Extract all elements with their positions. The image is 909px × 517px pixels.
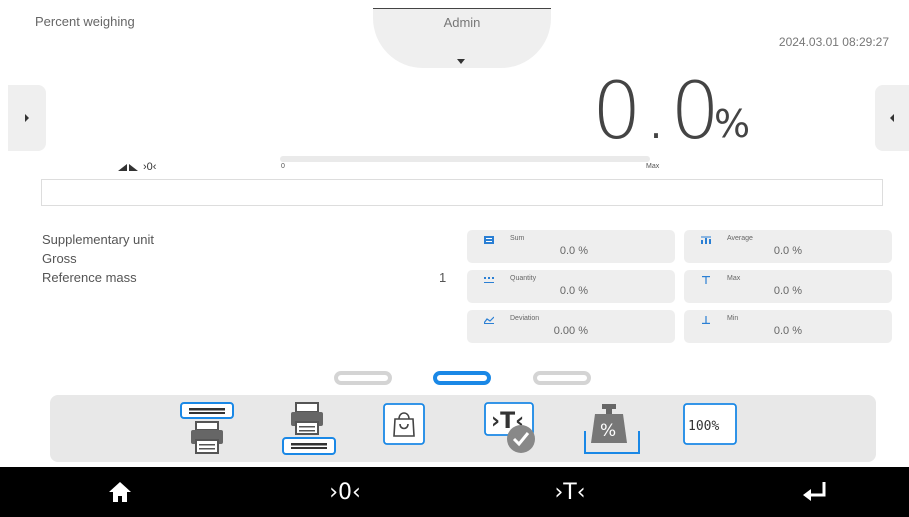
user-menu-tab[interactable]: Admin — [373, 8, 551, 68]
toolbar: ›T‹ % 100% — [50, 395, 876, 462]
stat-tile-max: Max 0.0 % — [684, 270, 892, 303]
bargraph-min-label: 0 — [281, 163, 285, 170]
stat-tile-min: Min 0.0 % — [684, 310, 892, 343]
tare-button[interactable]: ›T‹ — [540, 467, 600, 517]
stat-name: Min — [727, 315, 739, 322]
bargraph — [280, 156, 650, 162]
info-value-reference-mass: 1 — [439, 270, 447, 285]
user-name: Admin — [443, 15, 481, 30]
stability-right-icon — [129, 163, 138, 171]
result-unit: % — [714, 102, 751, 146]
stat-value: 0.0 % — [773, 325, 802, 337]
stat-value: 0.0 % — [559, 245, 588, 257]
right-panel-button[interactable] — [875, 85, 909, 151]
percent-100-icon[interactable]: 100% — [683, 403, 737, 445]
svg-text:100%: 100% — [688, 419, 719, 434]
info-label-supplementary-unit: Supplementary unit — [42, 232, 155, 247]
stat-name: Quantity — [510, 275, 537, 282]
print-footer-icon[interactable] — [280, 400, 338, 458]
info-label-gross: Gross — [42, 251, 77, 266]
bottom-bar: ›0‹ ›T‹ — [0, 467, 909, 517]
stat-tile-sum: Sum 0.0 % — [467, 230, 675, 263]
stat-name: Sum — [510, 235, 525, 242]
tare-confirm-icon[interactable]: ›T‹ — [483, 401, 539, 457]
info-line — [41, 179, 883, 206]
tare-icon: ›T‹ — [554, 479, 586, 505]
zero-icon: ›0‹ — [329, 479, 361, 505]
page-indicator-1[interactable] — [334, 371, 392, 385]
stat-value: 0.0 % — [773, 245, 802, 257]
max-icon — [702, 276, 710, 284]
stat-name: Average — [727, 235, 753, 242]
enter-icon — [803, 482, 826, 501]
stat-tile-deviation: Deviation 0.00 % — [467, 310, 675, 343]
sum-icon — [484, 236, 494, 244]
info-label-reference-mass: Reference mass — [42, 270, 137, 285]
page-indicator-3[interactable] — [533, 371, 591, 385]
result-value: 0.0 — [592, 67, 723, 157]
stat-tile-quantity: Quantity 0.0 % — [467, 270, 675, 303]
stat-value: 0.00 % — [553, 325, 588, 337]
print-header-icon[interactable] — [178, 400, 236, 456]
stat-name: Max — [727, 275, 741, 282]
quantity-icon — [484, 277, 494, 283]
svg-text:%: % — [600, 421, 616, 441]
page-indicator-2[interactable] — [433, 371, 491, 385]
stat-value: 0.0 % — [559, 285, 588, 297]
chevron-down-icon — [457, 59, 465, 64]
stat-name: Deviation — [510, 315, 540, 322]
average-icon — [701, 236, 711, 244]
min-icon — [702, 316, 710, 324]
chevron-right-icon — [25, 114, 29, 122]
stat-tile-average: Average 0.0 % — [684, 230, 892, 263]
enter-button[interactable] — [785, 467, 845, 517]
home-button[interactable] — [90, 467, 150, 517]
stat-value: 0.0 % — [773, 285, 802, 297]
zero-button[interactable]: ›0‹ — [315, 467, 375, 517]
zero-status: ›0‹ — [143, 161, 157, 173]
home-icon — [109, 482, 131, 502]
status-indicators: ›0‹ — [118, 161, 156, 173]
left-panel-button[interactable] — [8, 85, 46, 151]
bargraph-max-label: Max — [646, 163, 660, 170]
reference-mass-icon[interactable]: % — [583, 401, 641, 457]
packaging-icon[interactable] — [383, 403, 425, 445]
chevron-left-icon — [890, 114, 894, 122]
datetime: 2024.03.01 08:29:27 — [778, 35, 889, 49]
mode-title: Percent weighing — [35, 14, 135, 29]
deviation-icon — [484, 316, 494, 324]
header: Percent weighing Admin 2024.03.01 08:29:… — [0, 0, 909, 70]
stability-left-icon — [118, 163, 127, 171]
